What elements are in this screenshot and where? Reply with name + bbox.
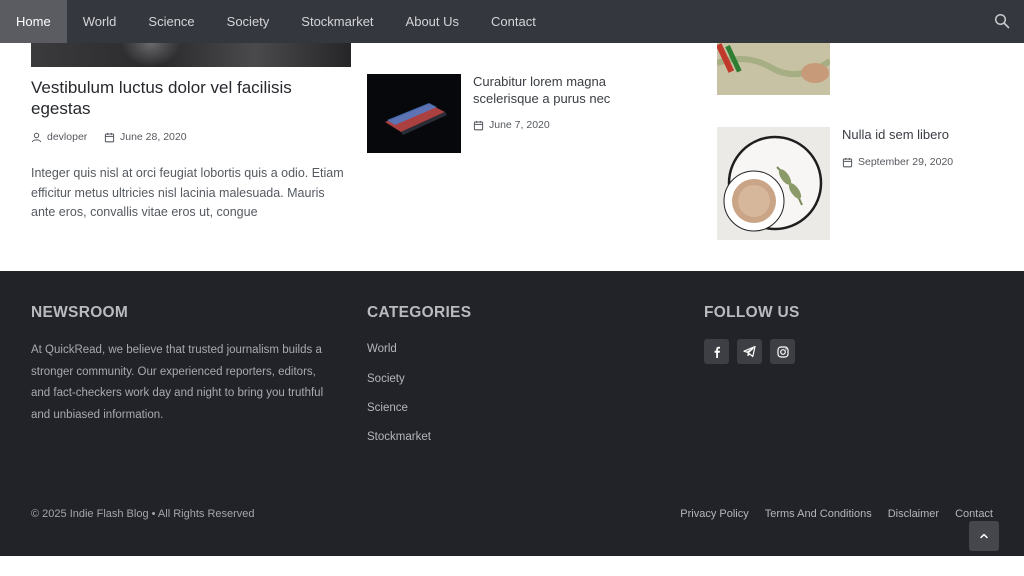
top-navigation: Home World Science Society Stockmarket A… [0,0,1024,43]
coffee-image [717,127,830,240]
middle-post-title[interactable]: Curabitur lorem magna scelerisque a puru… [473,73,643,107]
nav-item-about-us[interactable]: About Us [390,0,475,43]
calendar-icon [473,120,484,130]
newsroom-text: At QuickRead, we believe that trusted jo… [31,344,324,421]
middle-post-thumbnail[interactable] [367,74,461,153]
privacy-policy-link[interactable]: Privacy Policy [680,508,748,520]
telegram-icon[interactable] [737,339,762,364]
footer-category-science[interactable]: Science [367,402,408,414]
follow-us-heading: FOLLOW US [704,304,800,321]
date-text: June 7, 2020 [489,119,550,131]
categories-heading: CATEGORIES [367,304,472,321]
instagram-icon[interactable] [770,339,795,364]
contact-link[interactable]: Contact [955,508,993,520]
nav-item-contact[interactable]: Contact [475,0,552,43]
map-post-thumbnail[interactable] [717,43,830,95]
chevron-up-icon [980,533,988,539]
post-grid: Vestibulum luctus dolor vel facilisis eg… [0,43,1024,271]
right-post-title[interactable]: Nulla id sem libero [842,126,992,143]
coffee-post-thumbnail[interactable] [717,127,830,240]
page-bottom [0,556,1024,576]
copyright-text: © 2025 Indie Flash Blog • All Rights Res… [31,508,255,520]
nav-item-world[interactable]: World [67,0,133,43]
footer-category-stockmarket[interactable]: Stockmarket [367,431,431,443]
footer-category-world[interactable]: World [367,343,397,355]
map-image [717,43,830,95]
search-icon[interactable] [994,13,1010,29]
footer-links: Privacy Policy Terms And Conditions Disc… [680,508,993,520]
date-text: June 28, 2020 [120,131,187,143]
calendar-icon [104,132,115,142]
disclaimer-link[interactable]: Disclaimer [888,508,939,520]
author-name[interactable]: devloper [47,131,87,143]
laptop-image [367,74,461,153]
site-footer: NEWSROOM At QuickRead, we believe that t… [0,271,1024,556]
user-icon [31,132,42,142]
middle-post-date: June 7, 2020 [473,119,550,131]
post-author[interactable]: devloper [31,131,87,143]
terms-link[interactable]: Terms And Conditions [765,508,872,520]
nav-item-stockmarket[interactable]: Stockmarket [285,0,389,43]
calendar-icon [842,157,853,167]
featured-post-image[interactable] [31,43,351,67]
facebook-icon[interactable] [704,339,729,364]
featured-post-title[interactable]: Vestibulum luctus dolor vel facilisis eg… [31,77,341,119]
newsroom-heading: NEWSROOM [31,304,129,321]
footer-category-society[interactable]: Society [367,373,405,385]
date-text: September 29, 2020 [858,156,954,168]
back-to-top-button[interactable] [969,521,999,551]
nav-item-science[interactable]: Science [132,0,210,43]
nav-item-home[interactable]: Home [0,0,67,43]
featured-post-excerpt: Integer quis nisl at orci feugiat lobort… [31,166,344,219]
right-post-date: September 29, 2020 [842,156,953,168]
nav-item-society[interactable]: Society [211,0,286,43]
post-date: June 28, 2020 [104,131,187,143]
